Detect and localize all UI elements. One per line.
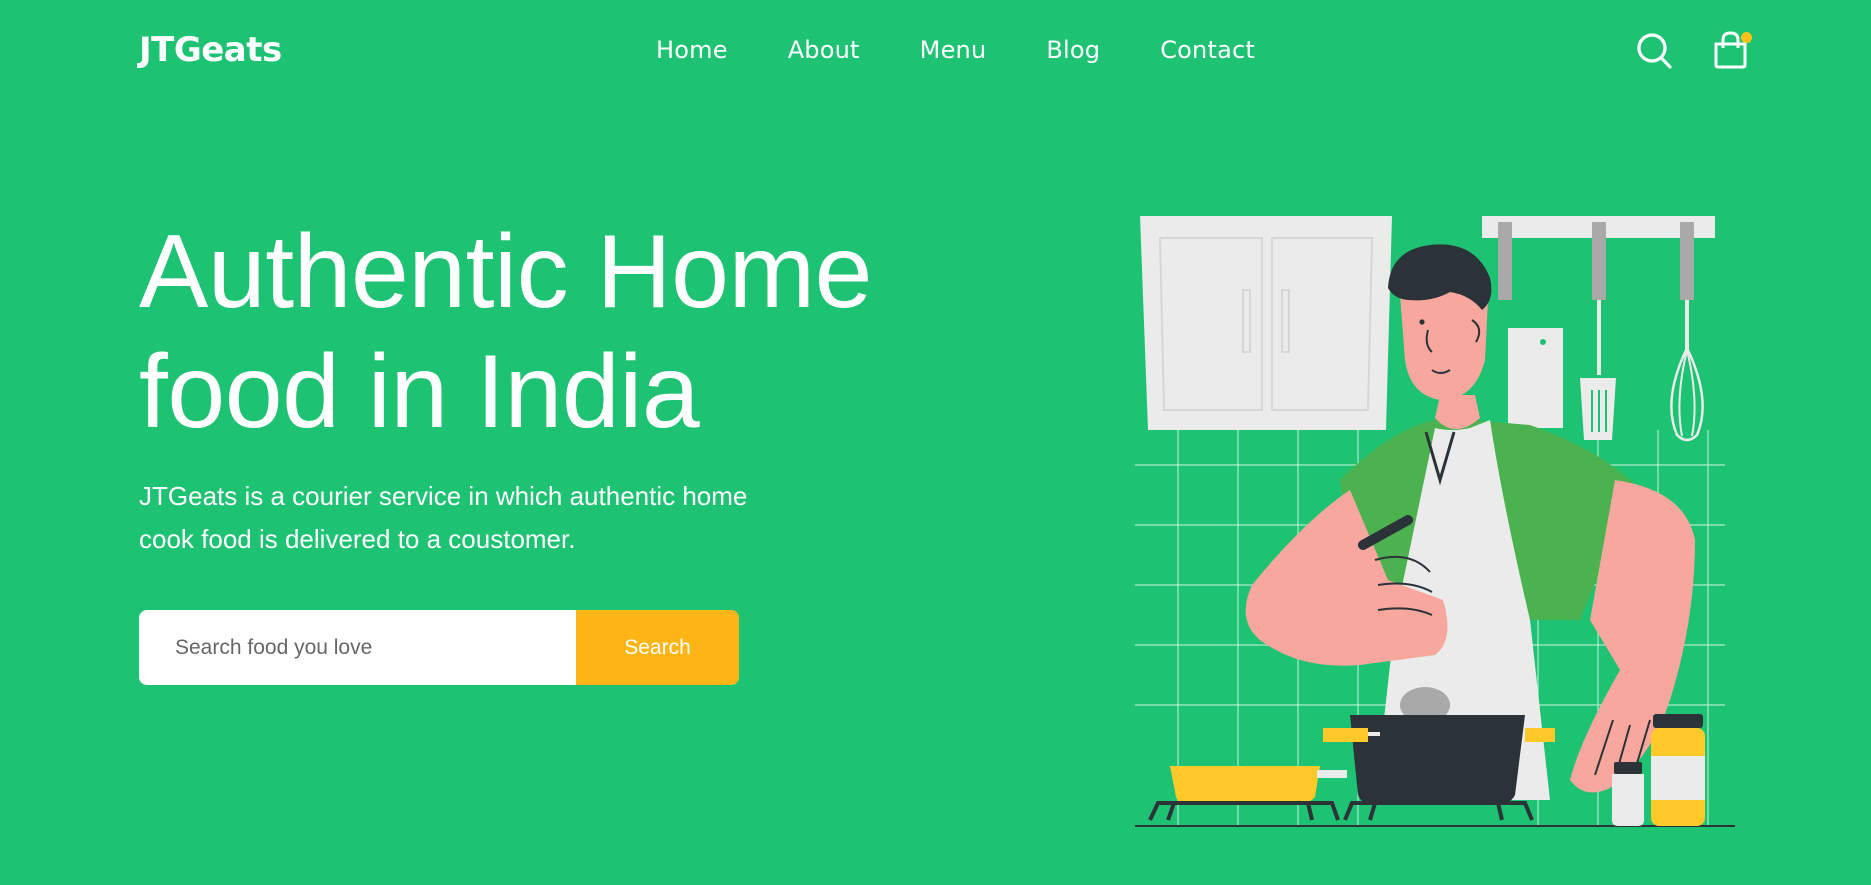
nav-blog[interactable]: Blog <box>1046 36 1100 64</box>
nav-contact[interactable]: Contact <box>1160 36 1255 64</box>
search-input[interactable] <box>139 610 576 685</box>
nav-home[interactable]: Home <box>656 36 728 64</box>
search-form: Search <box>139 610 739 685</box>
nav-menu[interactable]: Menu <box>920 36 987 64</box>
navbar: JTGeats Home About Menu Blog Contact <box>0 0 1871 100</box>
hero-description-line-2: cook food is delivered to a coustomer. <box>139 524 576 554</box>
logo[interactable]: JTGeats <box>139 30 282 70</box>
main-nav: Home About Menu Blog Contact <box>656 36 1315 64</box>
nav-about[interactable]: About <box>788 36 860 64</box>
nav-icons <box>1636 30 1752 70</box>
shopping-bag-icon[interactable] <box>1712 30 1752 70</box>
search-button[interactable]: Search <box>576 610 739 685</box>
hero-description: JTGeats is a courier service in which au… <box>139 475 819 561</box>
chef-cooking-illustration <box>1110 200 1750 845</box>
hero-title-line-2: food in India <box>139 334 700 450</box>
hero-title-line-1: Authentic Home <box>139 214 872 330</box>
search-icon[interactable] <box>1636 30 1674 70</box>
hero-title: Authentic Home food in India <box>139 212 959 452</box>
cart-badge-dot <box>1741 32 1752 43</box>
hero-description-line-1: JTGeats is a courier service in which au… <box>139 481 748 511</box>
